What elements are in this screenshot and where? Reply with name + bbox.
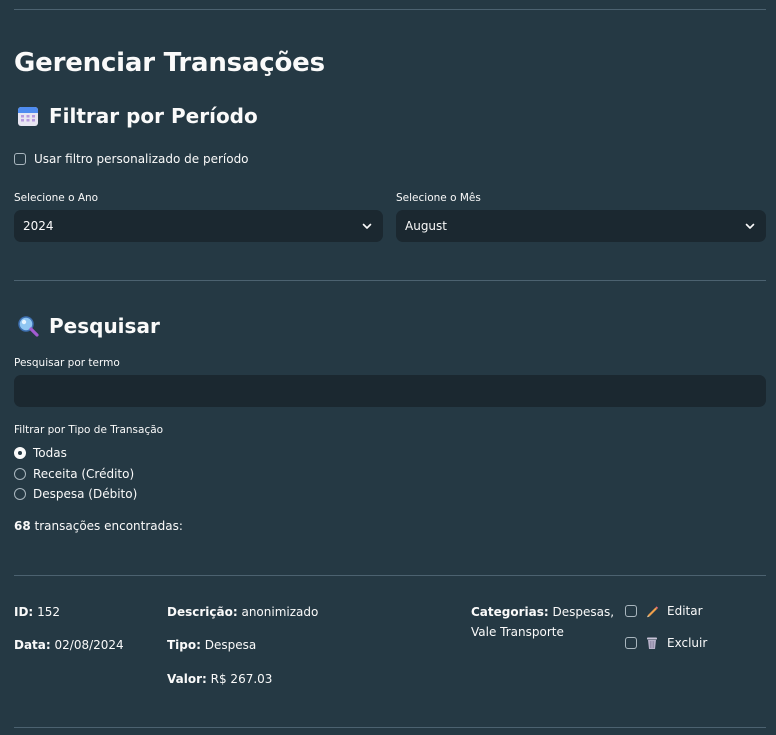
radio-option-despesa[interactable]: Despesa (Débito) [14,487,137,501]
calendar-icon [17,105,39,127]
transaction-value-value: R$ 267.03 [210,672,273,686]
search-section-title: Pesquisar [49,314,160,338]
custom-period-checkbox[interactable] [14,153,26,165]
filter-section-header: Filtrar por Período [17,104,258,128]
filter-section-title: Filtrar por Período [49,104,258,128]
search-input[interactable] [14,375,766,407]
transaction-type: Tipo: Despesa [167,635,256,655]
transaction-description: Descrição: anonimizado [167,602,318,622]
year-select-value: 2024 [23,219,54,233]
results-count-number: 68 [14,519,31,533]
edit-checkbox[interactable] [625,605,637,617]
transaction-date: Data: 02/08/2024 [14,635,124,655]
custom-period-label: Usar filtro personalizado de período [34,152,249,166]
page-title: Gerenciar Transações [14,48,325,78]
section-divider [14,280,766,281]
transaction-categories-line2: Vale Transporte [471,625,564,639]
top-divider [14,9,766,10]
type-filter-label: Filtrar por Tipo de Transação [14,424,164,436]
radio-button[interactable] [14,488,26,500]
search-section-header: Pesquisar [17,314,160,338]
transaction-id: ID: 152 [14,602,60,622]
transaction-type-value: Despesa [204,638,257,652]
results-count-text: transações encontradas: [34,519,183,533]
section-divider [14,575,766,576]
month-select[interactable]: August [396,210,766,242]
transaction-id-value: 152 [37,605,60,619]
magnifier-icon [17,315,39,337]
chevron-down-icon [745,223,755,229]
radio-label: Despesa (Débito) [33,487,138,501]
transaction-value: Valor: R$ 267.03 [167,669,272,689]
pencil-icon [645,604,659,618]
transaction-categories: Categorias: Despesas, [471,602,614,622]
year-select-label: Selecione o Ano [14,192,99,204]
transaction-description-value: anonimizado [241,605,319,619]
year-select[interactable]: 2024 [14,210,383,242]
search-input-label: Pesquisar por termo [14,357,120,369]
delete-label: Excluir [667,636,708,650]
transaction-date-label: Data: [14,638,51,652]
radio-button[interactable] [14,468,26,480]
bottom-divider [14,727,766,728]
radio-option-receita[interactable]: Receita (Crédito) [14,467,134,481]
wastebasket-icon [645,636,659,650]
delete-action[interactable]: Excluir [625,636,707,650]
radio-label: Receita (Crédito) [33,467,135,481]
custom-period-checkbox-row[interactable]: Usar filtro personalizado de período [14,152,249,166]
transaction-categories-label: Categorias: [471,605,549,619]
transaction-date-value: 02/08/2024 [54,638,124,652]
edit-action[interactable]: Editar [625,604,703,618]
month-select-value: August [405,219,447,233]
edit-label: Editar [667,604,703,618]
results-count: 68 transações encontradas: [14,519,183,533]
delete-checkbox[interactable] [625,637,637,649]
transaction-value-label: Valor: [167,672,207,686]
transaction-type-label: Tipo: [167,638,201,652]
transaction-id-label: ID: [14,605,34,619]
chevron-down-icon [362,223,372,229]
transaction-categories-value: Despesas, [552,605,615,619]
radio-button-selected[interactable] [14,447,26,459]
transaction-description-label: Descrição: [167,605,238,619]
radio-option-todas[interactable]: Todas [14,446,67,460]
month-select-label: Selecione o Mês [396,192,481,204]
radio-label: Todas [33,446,67,460]
